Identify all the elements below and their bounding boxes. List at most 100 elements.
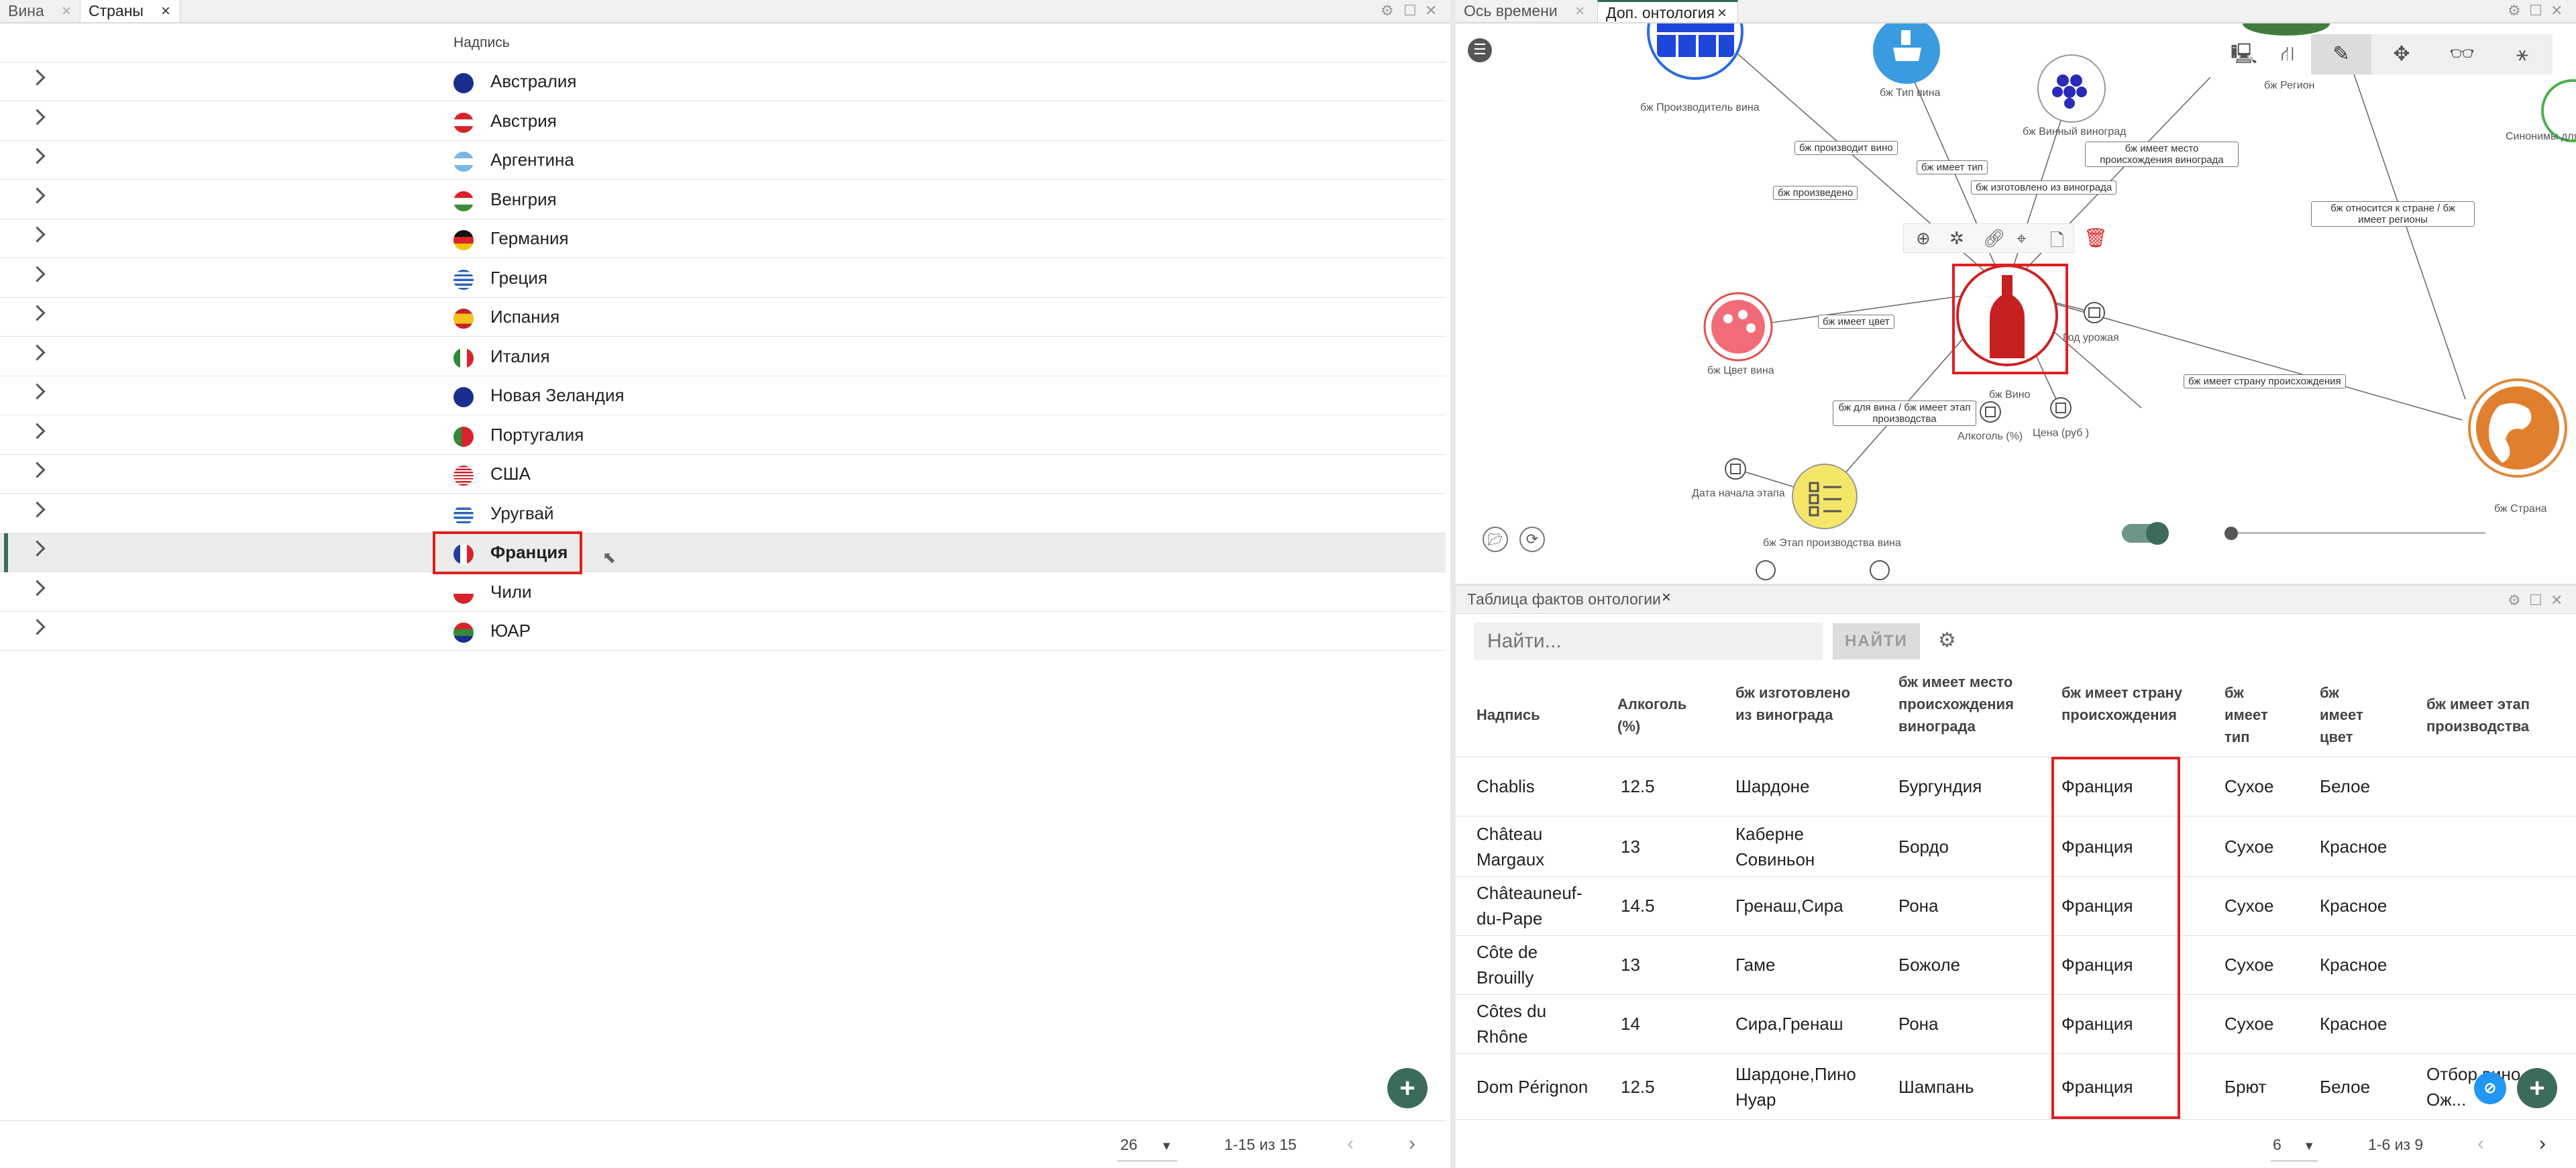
next-page-icon[interactable]: › — [2539, 1132, 2546, 1155]
column-header-alcohol[interactable]: Алкоголь (%) — [1617, 693, 1695, 737]
chevron-right-icon[interactable] — [29, 108, 46, 125]
prev-page-icon[interactable]: ‹ — [1347, 1132, 1354, 1155]
link-icon[interactable]: 🔗︎ — [1983, 228, 2005, 249]
chevron-right-icon[interactable] — [29, 383, 46, 400]
add-fact-button[interactable]: + — [2517, 1068, 2557, 1108]
table-row[interactable]: Уругвай — [0, 494, 1446, 533]
table-row[interactable]: Chablis 12.5 Шардоне Бургундия Франция Сухое Б… — [1456, 757, 2576, 816]
tab-timeline[interactable]: Ось времени × — [1456, 0, 1597, 22]
close-icon[interactable]: × — [62, 0, 71, 22]
graph-add-icon[interactable]: ⛙ — [2264, 34, 2311, 74]
chevron-right-icon[interactable] — [29, 500, 46, 518]
producer-node[interactable] — [1647, 23, 1743, 80]
grape-node[interactable] — [2037, 54, 2106, 123]
open-folder-icon[interactable]: 📂︎ — [1483, 527, 1508, 552]
close-icon[interactable]: × — [1575, 0, 1585, 22]
alcohol-node[interactable] — [1980, 401, 2001, 423]
table-row[interactable]: США — [0, 455, 1446, 494]
tab-countries[interactable]: Страны × — [80, 0, 180, 22]
chevron-right-icon[interactable] — [29, 148, 46, 164]
close-icon[interactable]: ✕ — [1425, 2, 1437, 19]
next-page-icon[interactable]: › — [1409, 1132, 1415, 1155]
table-row[interactable]: Côte de Brouilly 13 Гаме Божоле Франция Сухое… — [1456, 935, 2576, 994]
column-header-type[interactable]: бж имеет тип — [2224, 682, 2275, 748]
chevron-right-icon[interactable] — [29, 305, 46, 321]
vintage-node[interactable] — [2084, 302, 2105, 323]
close-icon[interactable]: ✕ — [2551, 592, 2563, 609]
table-row[interactable]: Австрия — [0, 102, 1446, 141]
table-row[interactable]: Dom Pérignon 12.5 Шардоне,Пино Нуар Шампань… — [1456, 1053, 2576, 1120]
column-header-grape-origin[interactable]: бж имеет место происхождения винограда — [1898, 671, 2039, 737]
column-header-grape[interactable]: бж изготовлено из винограда — [1735, 682, 1870, 726]
tab-wines[interactable]: Вина × — [0, 0, 79, 22]
production-stage-node[interactable] — [1792, 464, 1858, 529]
table-row[interactable]: Германия — [0, 219, 1446, 258]
view-glasses-icon[interactable]: 👓︎ — [2432, 34, 2492, 74]
refresh-icon[interactable]: ⟳ — [1519, 527, 1545, 552]
table-row[interactable]: Франция ⬉ — [0, 531, 1446, 574]
chevron-right-icon[interactable] — [29, 226, 46, 243]
column-header-caption[interactable]: Надпись — [1477, 704, 1577, 726]
chevron-right-icon[interactable] — [29, 540, 46, 557]
table-row[interactable]: Португалия — [0, 416, 1446, 455]
facts-page-size-select[interactable]: 6 ▼ — [2273, 1136, 2315, 1154]
chevron-right-icon[interactable] — [29, 619, 46, 635]
country-node[interactable] — [2468, 378, 2567, 478]
color-node[interactable] — [1703, 292, 1773, 362]
chevron-right-icon[interactable] — [29, 462, 46, 478]
physics-toggle[interactable] — [2122, 522, 2169, 545]
table-row[interactable]: Греция — [0, 259, 1446, 298]
pane-divider[interactable] — [1450, 0, 1456, 1168]
table-row[interactable]: Côtes du Rhône 14 Сира,Гренаш Рона Франция Су… — [1456, 994, 2576, 1053]
trash-icon[interactable]: 🗑︎ — [2084, 227, 2108, 249]
column-header-stage[interactable]: бж имеет этап производства — [2426, 693, 2576, 737]
add-node-icon[interactable]: ⊕ — [1916, 228, 1931, 249]
table-row[interactable]: Châteauneuf-du-Pape 14.5 Гренаш,Сира Рона Фр… — [1456, 876, 2576, 935]
table-row[interactable]: Château Margaux 13 Каберне Совиньон Бордо Фр… — [1456, 817, 2576, 876]
column-header-country[interactable]: бж имеет страну происхождения — [2061, 682, 2189, 726]
zoom-slider-track[interactable] — [2231, 532, 2485, 534]
zoom-slider-thumb[interactable] — [2224, 527, 2238, 540]
table-row[interactable]: Италия — [0, 337, 1446, 376]
page-size-select[interactable]: 26 ▼ — [1120, 1136, 1173, 1154]
table-row[interactable]: ЮАР — [0, 612, 1446, 651]
stage-date-node[interactable] — [1725, 458, 1746, 480]
document-icon[interactable]: 🗋 — [2050, 228, 2064, 258]
gear-icon[interactable]: ⚙ — [2508, 2, 2521, 19]
chevron-right-icon[interactable] — [29, 187, 46, 204]
maximize-icon[interactable]: ☐ — [2529, 592, 2542, 609]
search-button[interactable]: НАЙТИ — [1833, 623, 1920, 659]
table-row[interactable]: Чили — [0, 573, 1446, 612]
menu-icon[interactable]: ☰ — [1468, 38, 1492, 62]
partial-node[interactable] — [1870, 560, 1890, 580]
table-row[interactable]: Аргентина — [0, 141, 1446, 180]
chevron-right-icon[interactable] — [29, 579, 46, 596]
chevron-right-icon[interactable] — [29, 343, 46, 361]
close-icon[interactable]: × — [161, 0, 170, 22]
monitor-check-icon[interactable]: 🖳 — [2220, 34, 2267, 74]
edit-pencil-icon[interactable]: ✎ — [2311, 34, 2371, 74]
wine-type-node[interactable] — [1873, 23, 1940, 84]
table-row[interactable]: Испания — [0, 298, 1446, 337]
target-icon[interactable]: ⌖ — [2017, 228, 2027, 250]
search-input[interactable] — [1474, 623, 1823, 660]
price-node[interactable] — [2050, 397, 2072, 419]
move-icon[interactable]: ✥ — [2371, 34, 2432, 74]
settings-gear-icon[interactable]: ⚙ — [1938, 629, 1956, 652]
close-icon[interactable]: × — [1662, 588, 1671, 607]
clear-filter-button[interactable]: ⊘ — [2474, 1072, 2506, 1104]
expand-icon[interactable]: ✲ — [1949, 228, 1964, 249]
gear-icon[interactable]: ⚙ — [2508, 592, 2521, 609]
chevron-right-icon[interactable] — [29, 422, 46, 439]
add-button[interactable]: + — [1387, 1068, 1428, 1108]
table-row[interactable]: Новая Зеландия — [0, 376, 1446, 415]
tab-extra-ontology[interactable]: Доп. онтология × — [1597, 0, 1738, 22]
gear-icon[interactable]: ⚙ — [1381, 2, 1394, 19]
table-row[interactable]: Австралия — [0, 62, 1446, 101]
prev-page-icon[interactable]: ‹ — [2477, 1132, 2484, 1155]
column-header-color[interactable]: бж имеет цвет — [2320, 682, 2373, 748]
maximize-icon[interactable]: ☐ — [1403, 2, 1417, 19]
layout-icon[interactable]: ⚹ — [2492, 34, 2553, 74]
table-row[interactable]: Венгрия — [0, 180, 1446, 219]
chevron-right-icon[interactable] — [29, 69, 46, 86]
